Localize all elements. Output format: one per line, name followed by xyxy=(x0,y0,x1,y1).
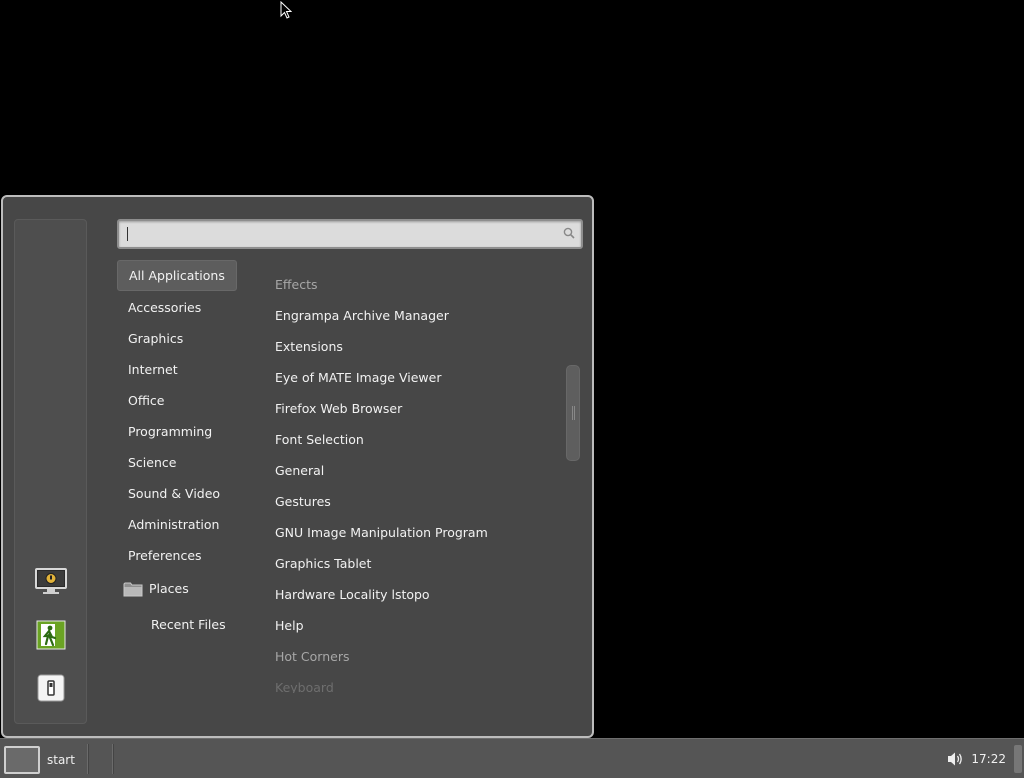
app-item[interactable]: Help xyxy=(265,610,565,641)
category-programming[interactable]: Programming xyxy=(117,416,223,447)
lock-screen-button[interactable] xyxy=(32,565,70,599)
application-list: Effects Engrampa Archive Manager Extensi… xyxy=(265,269,565,693)
search-icon xyxy=(563,227,575,239)
app-item[interactable]: Engrampa Archive Manager xyxy=(265,300,565,331)
app-item[interactable]: Effects xyxy=(265,269,565,300)
places-section[interactable]: Places xyxy=(123,574,189,604)
app-item[interactable]: Keyboard xyxy=(265,672,565,693)
search-box[interactable] xyxy=(117,219,583,249)
category-office[interactable]: Office xyxy=(117,385,176,416)
app-item[interactable]: Eye of MATE Image Viewer xyxy=(265,362,565,393)
text-caret xyxy=(127,227,128,241)
category-sound-video[interactable]: Sound & Video xyxy=(117,478,231,509)
app-item[interactable]: Hot Corners xyxy=(265,641,565,672)
scrollbar-grip xyxy=(572,406,575,420)
app-item[interactable]: GNU Image Manipulation Program xyxy=(265,517,565,548)
app-item[interactable]: Firefox Web Browser xyxy=(265,393,565,424)
app-list-scrollbar[interactable] xyxy=(566,365,580,461)
category-administration[interactable]: Administration xyxy=(117,509,230,540)
app-item[interactable]: Graphics Tablet xyxy=(265,548,565,579)
volume-icon[interactable] xyxy=(947,751,965,767)
category-science[interactable]: Science xyxy=(117,447,187,478)
system-tray: 17:22 xyxy=(947,739,1024,778)
start-button[interactable]: start xyxy=(2,744,86,776)
logout-icon xyxy=(36,620,66,650)
favorites-bar xyxy=(14,219,87,724)
start-label: start xyxy=(47,753,75,767)
logout-button[interactable] xyxy=(32,618,70,652)
clock[interactable]: 17:22 xyxy=(971,752,1006,766)
category-accessories[interactable]: Accessories xyxy=(117,292,212,323)
app-item[interactable]: Hardware Locality lstopo xyxy=(265,579,565,610)
app-item[interactable]: Font Selection xyxy=(265,424,565,455)
app-item[interactable]: Gestures xyxy=(265,486,565,517)
power-icon xyxy=(37,674,65,702)
panel-handle[interactable] xyxy=(1014,745,1022,773)
taskbar-separator xyxy=(112,744,114,774)
taskbar-separator xyxy=(87,744,89,774)
category-graphics[interactable]: Graphics xyxy=(117,323,194,354)
shutdown-button[interactable] xyxy=(32,671,70,705)
taskbar: start 17:22 xyxy=(0,738,1024,778)
app-item[interactable]: General xyxy=(265,455,565,486)
recent-files-item[interactable]: Recent Files xyxy=(151,610,226,640)
category-preferences[interactable]: Preferences xyxy=(117,540,213,571)
search-input[interactable] xyxy=(119,221,581,247)
app-item[interactable]: Extensions xyxy=(265,331,565,362)
category-all-applications[interactable]: All Applications xyxy=(117,260,237,291)
category-internet[interactable]: Internet xyxy=(117,354,189,385)
folder-icon xyxy=(123,582,143,597)
mouse-cursor-icon xyxy=(280,1,292,19)
lock-screen-icon xyxy=(35,568,67,594)
application-menu: All Applications Accessories Graphics In… xyxy=(1,195,594,738)
start-menu-icon xyxy=(4,746,40,774)
places-label: Places xyxy=(149,581,189,596)
